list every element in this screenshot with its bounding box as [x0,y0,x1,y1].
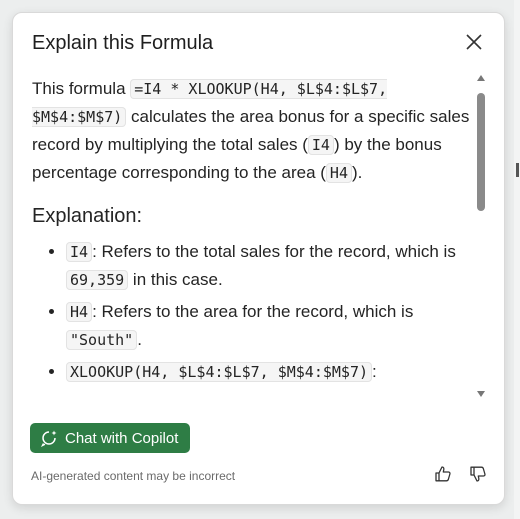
item-text: . [137,330,142,349]
thumbs-up-button[interactable] [431,462,455,486]
explanation-content[interactable]: This formula =I4 * XLOOKUP(H4, $L$4:$L$7… [32,75,472,405]
intro-paragraph: This formula =I4 * XLOOKUP(H4, $L$4:$L$7… [32,75,472,187]
close-button[interactable] [461,29,487,55]
item-code: XLOOKUP(H4, $L$4:$L$7, $M$4:$M$7) [66,362,373,382]
intro-text-4: ). [351,163,363,182]
code-h4: H4 [325,163,352,183]
scrollbar[interactable] [475,75,487,405]
item-text: : Refers to the total sales for the reco… [92,242,456,261]
item-code: I4 [66,242,93,262]
item-text: in this case. [128,270,223,289]
list-item: H4: Refers to the area for the record, w… [66,298,472,354]
thumbs-down-button[interactable] [466,462,490,486]
scroll-up-arrow-icon[interactable] [477,75,485,81]
code-i4: I4 [307,135,334,155]
background-marker [516,163,519,177]
scroll-down-arrow-icon[interactable] [477,391,485,397]
ai-disclaimer: AI-generated content may be incorrect [31,469,236,483]
item-value-code: "South" [66,330,138,350]
thumbs-down-icon [470,466,486,482]
explanation-heading: Explanation: [32,205,143,227]
chat-button-label: Chat with Copilot [65,429,179,447]
explain-formula-panel: Explain this Formula This formula =I4 * … [12,12,505,505]
explanation-list: I4: Refers to the total sales for the re… [32,238,472,386]
copilot-chat-icon [40,430,57,447]
chat-with-copilot-button[interactable]: Chat with Copilot [30,423,191,453]
item-code: H4 [66,302,93,322]
intro-text-1: This formula [32,79,131,98]
thumbs-up-icon [435,466,451,482]
item-text: : [372,362,377,381]
panel-title: Explain this Formula [32,32,214,54]
list-item: XLOOKUP(H4, $L$4:$L$7, $M$4:$M$7): [66,358,472,386]
item-value-code: 69,359 [66,270,129,290]
item-text: : Refers to the area for the record, whi… [92,302,414,321]
scroll-thumb[interactable] [477,93,485,211]
background-strip [514,0,520,519]
close-icon [466,34,482,50]
list-item: I4: Refers to the total sales for the re… [66,238,472,294]
